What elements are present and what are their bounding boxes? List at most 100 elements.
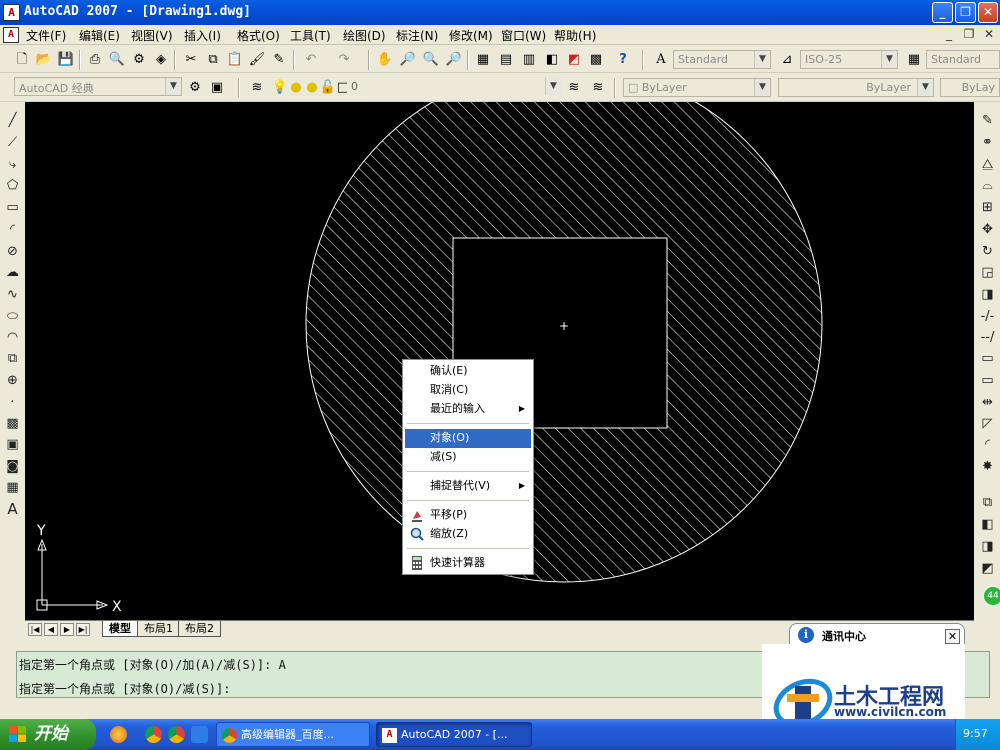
- gradient-icon[interactable]: ▣: [2, 434, 23, 454]
- menu-help[interactable]: 帮助(H): [554, 27, 596, 44]
- revision-cloud-icon[interactable]: ☁: [2, 262, 23, 282]
- ctx-recent-input[interactable]: 最近的输入 ▶: [405, 400, 531, 419]
- ellipse-arc-icon[interactable]: ◠: [2, 327, 23, 347]
- menu-modify[interactable]: 修改(M): [449, 27, 493, 44]
- scale-icon[interactable]: ◲: [977, 262, 998, 282]
- insert-block-icon[interactable]: ⧉: [2, 348, 23, 368]
- polyline-icon[interactable]: ⤷: [2, 154, 23, 174]
- tab-layout2[interactable]: 布局2: [178, 621, 221, 637]
- menu-window[interactable]: 窗口(W): [501, 27, 546, 44]
- workspace-select[interactable]: AutoCAD 经典 ▼: [14, 77, 182, 96]
- sheet-set-icon[interactable]: ◧: [542, 49, 562, 69]
- redo-icon[interactable]: ↷: [334, 49, 354, 69]
- pan-realtime-icon[interactable]: ✋: [375, 49, 395, 69]
- tab-layout1[interactable]: 布局1: [137, 621, 180, 637]
- last-tab-icon[interactable]: ▶|: [76, 623, 90, 636]
- start-button[interactable]: 开始: [0, 719, 96, 750]
- construction-line-icon[interactable]: ⟋: [2, 132, 23, 152]
- document-icon[interactable]: A: [3, 27, 19, 43]
- layer-manager-icon[interactable]: ≋: [247, 77, 267, 97]
- join-icon[interactable]: ⇹: [977, 392, 998, 412]
- ctx-zoom[interactable]: 缩放(Z): [405, 525, 531, 544]
- array-icon[interactable]: ⊞: [977, 197, 998, 217]
- publish-icon[interactable]: ⚙: [129, 49, 149, 69]
- help-icon[interactable]: ?: [613, 49, 633, 69]
- text-style-icon[interactable]: A: [651, 49, 671, 69]
- save-icon[interactable]: 💾: [56, 49, 76, 69]
- erase-icon[interactable]: ✎: [977, 110, 998, 130]
- bring-front-icon[interactable]: ◧: [977, 514, 998, 534]
- ctx-confirm[interactable]: 确认(E): [405, 362, 531, 381]
- copy-icon[interactable]: ⧉: [203, 49, 223, 69]
- clock[interactable]: 9:57: [963, 727, 988, 740]
- break-icon[interactable]: ▭: [977, 370, 998, 390]
- text-style-select[interactable]: Standard ▼: [673, 50, 771, 69]
- minimize-button[interactable]: _: [932, 2, 953, 23]
- cut-icon[interactable]: ✂: [181, 49, 201, 69]
- region-icon[interactable]: ◙: [2, 456, 23, 476]
- doc-close-button[interactable]: ✕: [980, 26, 998, 43]
- move-icon[interactable]: ✥: [977, 219, 998, 239]
- ctx-object[interactable]: 对象(O): [405, 429, 531, 448]
- layer-select[interactable]: 0 ▼: [347, 78, 561, 97]
- table-style-select[interactable]: Standard: [926, 50, 1000, 69]
- restore-button[interactable]: ❐: [955, 2, 976, 23]
- linetype-control-select[interactable]: ByLayer ▼: [778, 78, 934, 97]
- send-back-icon[interactable]: ◨: [977, 536, 998, 556]
- stretch-icon[interactable]: ◨: [977, 284, 998, 304]
- workspace-settings-icon[interactable]: ⚙: [185, 77, 205, 97]
- chrome-icon[interactable]: [145, 726, 162, 743]
- quicklaunch-app-icon[interactable]: [110, 726, 127, 743]
- tool-palettes-icon[interactable]: ▥: [519, 49, 539, 69]
- mirror-icon[interactable]: ⧋: [977, 154, 998, 174]
- table-icon[interactable]: ▦: [2, 477, 23, 497]
- doc-minimize-button[interactable]: _: [940, 26, 958, 43]
- print-icon[interactable]: ⎙: [85, 49, 105, 69]
- color-control-select[interactable]: □ ByLayer ▼: [623, 78, 771, 97]
- ctx-pan[interactable]: 平移(P): [405, 506, 531, 525]
- copy-object-icon[interactable]: ⚭: [977, 132, 998, 152]
- make-object-layer-current-icon[interactable]: ≋: [564, 77, 584, 97]
- rectangle-icon[interactable]: ▭: [2, 197, 23, 217]
- hatch-icon[interactable]: ▩: [2, 413, 23, 433]
- layer-previous-icon[interactable]: ≋: [588, 77, 608, 97]
- ctx-subtract[interactable]: 减(S): [405, 448, 531, 467]
- table-style-icon[interactable]: ▦: [904, 49, 924, 69]
- point-icon[interactable]: ·: [2, 392, 23, 412]
- menu-draw[interactable]: 绘图(D): [343, 27, 386, 44]
- undo-icon[interactable]: ↶: [301, 49, 321, 69]
- markup-icon[interactable]: ◩: [564, 49, 584, 69]
- menu-view[interactable]: 视图(V): [131, 27, 173, 44]
- balloon-close-button[interactable]: ✕: [945, 629, 960, 644]
- paste-icon[interactable]: 📋: [225, 49, 245, 69]
- new-icon[interactable]: 🗋: [12, 49, 32, 69]
- extend-icon[interactable]: --/: [977, 327, 998, 347]
- menu-file[interactable]: 文件(F): [26, 27, 66, 44]
- save-workspace-icon[interactable]: ▣: [207, 77, 227, 97]
- dimension-style-icon[interactable]: ⊿: [777, 49, 797, 69]
- menu-format[interactable]: 格式(O): [237, 27, 280, 44]
- chamfer-icon[interactable]: ◸: [977, 413, 998, 433]
- draworder-icon[interactable]: ⧉: [977, 492, 998, 512]
- first-tab-icon[interactable]: |◀: [28, 623, 42, 636]
- menu-insert[interactable]: 插入(I): [184, 27, 221, 44]
- ellipse-icon[interactable]: ⬭: [2, 306, 23, 326]
- chrome-icon[interactable]: [168, 726, 185, 743]
- menu-edit[interactable]: 编辑(E): [79, 27, 120, 44]
- zoom-previous-icon[interactable]: 🔎: [444, 49, 464, 69]
- properties-icon[interactable]: ▦: [473, 49, 493, 69]
- notification-badge[interactable]: 44: [982, 585, 1000, 607]
- prev-tab-icon[interactable]: ◀: [44, 623, 58, 636]
- rotate-icon[interactable]: ↻: [977, 241, 998, 261]
- multiline-text-icon[interactable]: A: [2, 499, 23, 519]
- break-at-point-icon[interactable]: ▭: [977, 348, 998, 368]
- next-tab-icon[interactable]: ▶: [60, 623, 74, 636]
- menu-tools[interactable]: 工具(T): [290, 27, 331, 44]
- command-prompt-line[interactable]: 指定第一个角点或 [对象(O)/减(S)]:: [19, 680, 230, 697]
- fillet-icon[interactable]: ◜: [977, 434, 998, 454]
- explode-icon[interactable]: ✸: [977, 456, 998, 476]
- task-browser[interactable]: 高级编辑器_百度...: [216, 722, 370, 747]
- offset-icon[interactable]: ⌓: [977, 175, 998, 195]
- match-properties-icon[interactable]: 🖌: [247, 49, 267, 69]
- spline-icon[interactable]: ∿: [2, 284, 23, 304]
